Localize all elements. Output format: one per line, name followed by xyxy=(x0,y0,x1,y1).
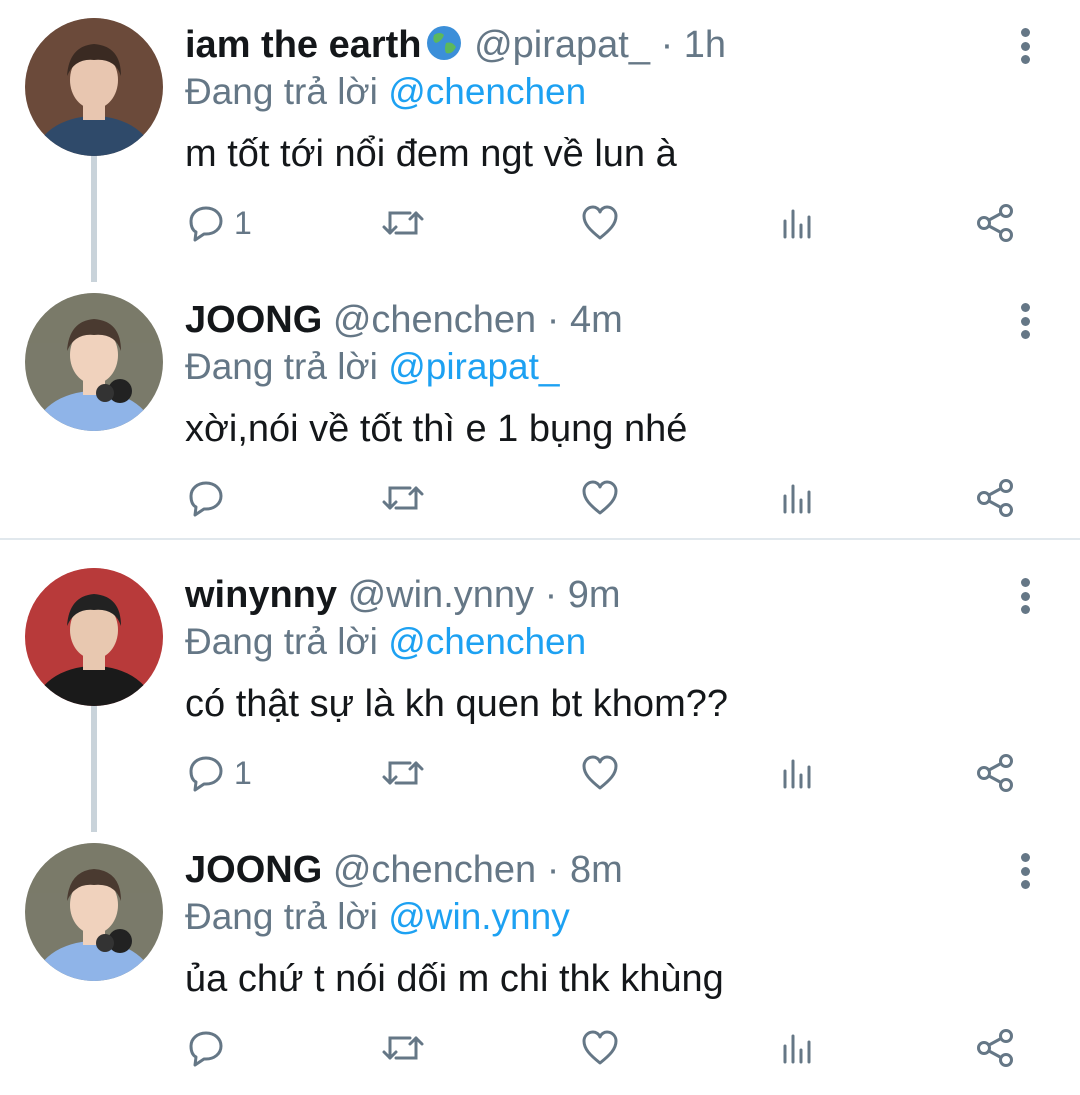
avatar[interactable] xyxy=(25,568,163,706)
more-vertical-icon[interactable] xyxy=(1010,849,1040,893)
reply-count: 1 xyxy=(234,204,252,241)
share-icon xyxy=(974,478,1016,518)
separator-dot: · xyxy=(546,299,560,341)
like-button[interactable] xyxy=(580,193,620,253)
replying-prefix: Đang trả lời xyxy=(185,896,378,937)
avatar[interactable] xyxy=(25,293,163,431)
display-name[interactable]: JOONG xyxy=(185,849,322,891)
user-handle[interactable]: @chenchen xyxy=(333,849,536,891)
reply-button[interactable]: 1 xyxy=(186,743,252,803)
separator-dot: · xyxy=(546,849,560,891)
user-handle[interactable]: @win.ynny xyxy=(348,574,534,616)
like-button[interactable] xyxy=(580,468,620,528)
tweet-actions: 1 xyxy=(0,193,1080,253)
share-button[interactable] xyxy=(974,743,1016,803)
analytics-button[interactable] xyxy=(779,468,815,528)
tweet-text: m tốt tới nổi đem ngt về lun à xyxy=(185,133,677,175)
tweet-actions xyxy=(0,1018,1080,1078)
reply-icon xyxy=(186,478,226,518)
more-vertical-icon[interactable] xyxy=(1010,574,1040,618)
more-vertical-icon[interactable] xyxy=(1010,299,1040,343)
analytics-button[interactable] xyxy=(779,193,815,253)
retweet-button[interactable] xyxy=(380,743,426,803)
tweet[interactable]: JOONG @chenchen · 4m Đang trả lời @pirap… xyxy=(0,285,1080,545)
like-button[interactable] xyxy=(580,1018,620,1078)
replying-to: Đang trả lời @pirapat_ xyxy=(185,345,559,389)
retweet-icon xyxy=(380,203,426,243)
tweet-actions xyxy=(0,468,1080,528)
tweet-header: winynny @win.ynny · 9m xyxy=(185,573,621,617)
reply-button[interactable] xyxy=(186,1018,234,1078)
avatar[interactable] xyxy=(25,843,163,981)
reply-icon xyxy=(186,203,226,243)
share-icon xyxy=(974,1028,1016,1068)
mention-link[interactable]: @chenchen xyxy=(388,71,586,112)
display-name[interactable]: iam the earth xyxy=(185,24,422,66)
retweet-button[interactable] xyxy=(380,468,426,528)
retweet-icon xyxy=(380,753,426,793)
retweet-icon xyxy=(380,478,426,518)
reply-icon xyxy=(186,753,226,793)
analytics-icon xyxy=(779,203,815,243)
mention-link[interactable]: @win.ynny xyxy=(388,896,570,937)
avatar[interactable] xyxy=(25,18,163,156)
display-name[interactable]: JOONG xyxy=(185,299,322,341)
timestamp[interactable]: 1h xyxy=(684,24,726,66)
replying-prefix: Đang trả lời xyxy=(185,71,378,112)
timestamp[interactable]: 9m xyxy=(568,574,621,616)
reply-button[interactable] xyxy=(186,468,234,528)
share-button[interactable] xyxy=(974,468,1016,528)
replying-prefix: Đang trả lời xyxy=(185,621,378,662)
share-icon xyxy=(974,203,1016,243)
analytics-icon xyxy=(779,753,815,793)
user-handle[interactable]: @pirapat_ xyxy=(474,24,650,66)
like-button[interactable] xyxy=(580,743,620,803)
heart-icon xyxy=(580,203,620,243)
mention-link[interactable]: @pirapat_ xyxy=(388,346,559,387)
globe-emoji-icon xyxy=(424,23,464,73)
mention-link[interactable]: @chenchen xyxy=(388,621,586,662)
separator-dot: · xyxy=(544,574,558,616)
tweet[interactable]: iam the earth @pirapat_ · 1h Đang trả lờ… xyxy=(0,10,1080,270)
tweet-header: JOONG @chenchen · 8m xyxy=(185,848,623,892)
analytics-button[interactable] xyxy=(779,1018,815,1078)
replying-prefix: Đang trả lời xyxy=(185,346,378,387)
analytics-icon xyxy=(779,1028,815,1068)
replying-to: Đang trả lời @chenchen xyxy=(185,620,586,664)
more-vertical-icon[interactable] xyxy=(1010,24,1040,68)
tweet-text: có thật sự là kh quen bt khom?? xyxy=(185,683,728,725)
replying-to: Đang trả lời @chenchen xyxy=(185,70,586,114)
tweet-text: ủa chứ t nói dối m chi thk khùng xyxy=(185,958,724,1000)
reply-icon xyxy=(186,1028,226,1068)
timestamp[interactable]: 4m xyxy=(570,299,623,341)
user-handle[interactable]: @chenchen xyxy=(333,299,536,341)
timestamp[interactable]: 8m xyxy=(570,849,623,891)
retweet-icon xyxy=(380,1028,426,1068)
analytics-button[interactable] xyxy=(779,743,815,803)
heart-icon xyxy=(580,753,620,793)
tweet[interactable]: JOONG @chenchen · 8m Đang trả lời @win.y… xyxy=(0,835,1080,1095)
tweet[interactable]: winynny @win.ynny · 9m Đang trả lời @che… xyxy=(0,560,1080,820)
display-name[interactable]: winynny xyxy=(185,574,337,616)
separator-dot: · xyxy=(660,24,674,66)
tweet-text: xời,nói về tốt thì e 1 bụng nhé xyxy=(185,408,688,450)
share-button[interactable] xyxy=(974,193,1016,253)
reply-button[interactable]: 1 xyxy=(186,193,252,253)
conversation-divider xyxy=(0,538,1080,540)
tweet-header: iam the earth @pirapat_ · 1h xyxy=(185,23,726,73)
tweet-actions: 1 xyxy=(0,743,1080,803)
replying-to: Đang trả lời @win.ynny xyxy=(185,895,570,939)
heart-icon xyxy=(580,478,620,518)
reply-count: 1 xyxy=(234,754,252,791)
retweet-button[interactable] xyxy=(380,193,426,253)
analytics-icon xyxy=(779,478,815,518)
share-icon xyxy=(974,753,1016,793)
share-button[interactable] xyxy=(974,1018,1016,1078)
tweet-header: JOONG @chenchen · 4m xyxy=(185,298,623,342)
retweet-button[interactable] xyxy=(380,1018,426,1078)
heart-icon xyxy=(580,1028,620,1068)
